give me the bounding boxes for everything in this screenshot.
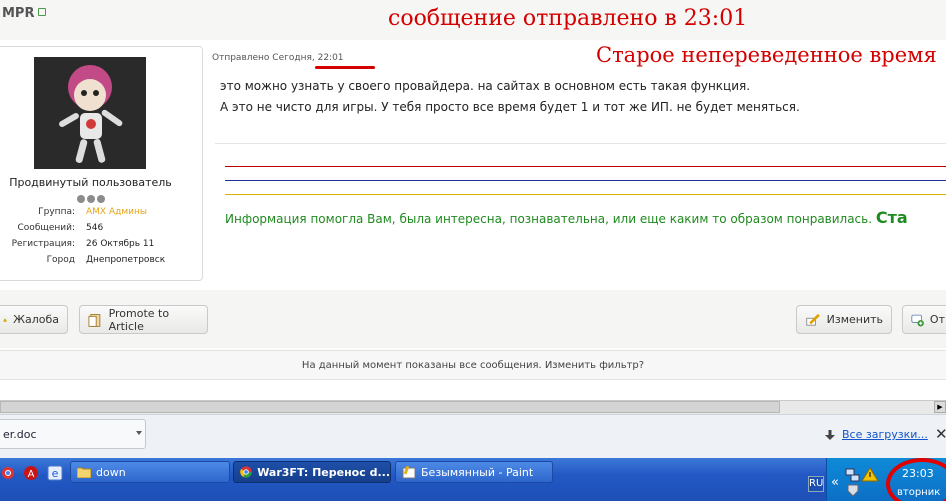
chrome-quicklaunch-icon: [2, 467, 14, 479]
warning-tray-icon: [861, 467, 879, 482]
chrome-icon: [240, 466, 252, 478]
annotation-sent-time: сообщение отправлено в 23:01: [388, 6, 748, 31]
annotation-underline: [315, 66, 375, 69]
quick-launch-icons[interactable]: A e: [2, 465, 66, 481]
taskbar-item-label: down: [96, 465, 126, 479]
rank-pip-icon: [77, 195, 85, 203]
signature-line-yellow: [225, 194, 946, 195]
svg-text:e: e: [52, 467, 59, 480]
edit-button[interactable]: Изменить: [796, 305, 892, 334]
annotation-old-time: Старое непереведенное время: [596, 43, 937, 67]
external-link-icon[interactable]: [38, 8, 46, 16]
download-menu-arrow-icon[interactable]: [136, 431, 142, 435]
download-item-name: er.doc: [3, 427, 37, 441]
show-hidden-icons-chevron[interactable]: «: [831, 475, 839, 490]
rank-pip-icon: [87, 195, 95, 203]
reply-button-label: От: [929, 313, 945, 326]
posted-time[interactable]: 22:01: [318, 53, 344, 63]
taskbar-item-paint[interactable]: Безымянный - Paint: [395, 461, 553, 483]
profile-field-key: Регистрация:: [11, 239, 75, 249]
acrobat-icon: A: [24, 466, 38, 480]
filter-notice[interactable]: На данный момент показаны все сообщения.…: [0, 350, 946, 380]
svg-text:A: A: [28, 469, 35, 480]
edit-button-label: Изменить: [826, 313, 883, 326]
signature-text: Информация помогла Вам, была интересна, …: [225, 208, 908, 227]
signature-separator: [215, 143, 946, 144]
security-shield-icon: [847, 484, 859, 497]
profile-field-key: Город: [46, 255, 75, 265]
ie-icon: e: [47, 465, 63, 481]
post-text-line: А это не чисто для игры. У тебя просто в…: [220, 100, 800, 114]
show-all-downloads-label: Все загрузки...: [842, 428, 928, 441]
network-icon: [845, 468, 860, 482]
folder-icon: [77, 467, 91, 478]
signature-body: Информация помогла Вам, была интересна, …: [225, 212, 873, 226]
reply-button[interactable]: От: [902, 305, 946, 334]
download-arrow-icon: [825, 429, 835, 440]
profile-field-key: Сообщений:: [17, 223, 75, 233]
profile-field-value: 546: [86, 223, 104, 233]
taskbar-item-down[interactable]: down: [70, 461, 230, 483]
profile-field-value-group[interactable]: AMX Админы: [86, 207, 147, 217]
show-all-downloads-link[interactable]: Все загрузки...: [824, 428, 928, 441]
promote-button-label: Promote to Article: [108, 306, 170, 333]
user-rank: Продвинутый пользователь: [9, 176, 172, 189]
post-text-line: это можно узнать у своего провайдера. на…: [220, 79, 751, 93]
rank-pip-icon: [97, 195, 105, 203]
language-indicator[interactable]: RU: [808, 476, 824, 492]
profile-field-key: Группа:: [38, 207, 75, 217]
signature-line-red: [225, 166, 946, 167]
profile-field-value: 26 Октябрь 11: [86, 239, 155, 249]
close-downloads-icon[interactable]: ✕: [935, 425, 946, 443]
signature-big-text: Ста: [875, 208, 908, 227]
scroll-right-arrow-icon[interactable]: ▶: [934, 401, 946, 413]
document-icon: [88, 313, 101, 327]
post-timestamp: Отправлено Сегодня, 22:01: [212, 53, 344, 63]
report-button-label: Жалоба: [13, 313, 59, 326]
taskbar-item-label: War3FT: Перенос d...: [257, 465, 390, 479]
posted-label: Отправлено Сегодня,: [212, 53, 318, 63]
reply-icon: [911, 314, 924, 326]
pencil-icon: [806, 313, 820, 326]
download-item[interactable]: er.doc: [0, 419, 146, 449]
profile-field-value: Днепропетровск: [86, 255, 166, 265]
tray-icons[interactable]: [844, 466, 880, 498]
promote-to-article-button[interactable]: Promote to Article: [79, 305, 208, 334]
scrollbar-thumb[interactable]: [0, 401, 780, 413]
avatar[interactable]: [34, 57, 146, 169]
report-button[interactable]: Жалоба: [0, 305, 68, 334]
taskbar-item-war3ft[interactable]: War3FT: Перенос d...: [233, 461, 391, 483]
post-author-name[interactable]: MPR: [2, 6, 34, 21]
warning-icon: [3, 317, 8, 322]
signature-line-blue: [225, 180, 946, 181]
taskbar-item-label: Безымянный - Paint: [421, 465, 534, 479]
paint-icon: [402, 465, 416, 479]
